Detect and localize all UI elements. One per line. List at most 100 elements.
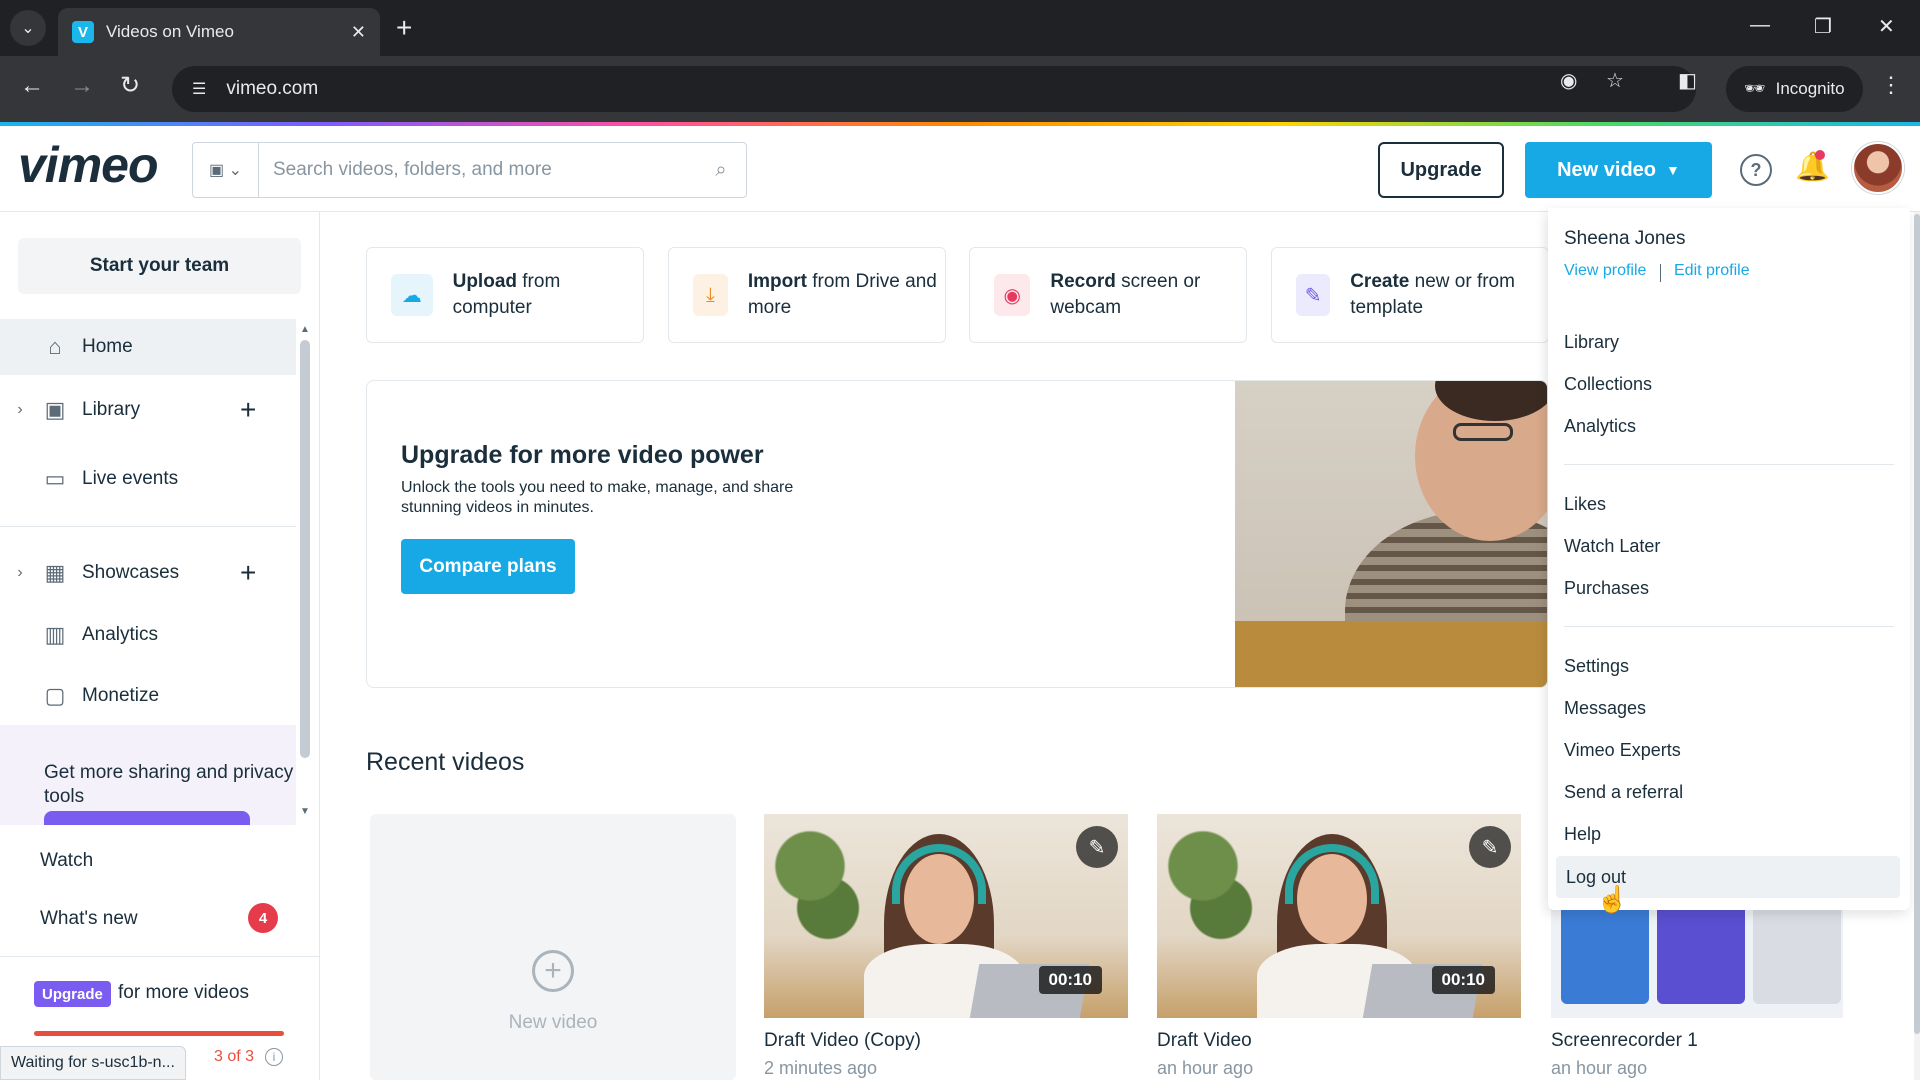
menu-item-purchases[interactable]: Purchases xyxy=(1564,578,1649,599)
scroll-up-icon[interactable]: ▲ xyxy=(300,324,310,335)
restore-icon[interactable]: ❐ xyxy=(1814,14,1832,39)
edit-profile-link[interactable]: Edit profile xyxy=(1674,262,1750,280)
new-video-tile-label: New video xyxy=(508,1012,598,1033)
upgrade-for-more-text: for more videos xyxy=(118,982,249,1003)
browser-tab[interactable]: V Videos on Vimeo ✕ xyxy=(58,8,380,56)
menu-item-analytics[interactable]: Analytics xyxy=(1564,416,1636,437)
eye-off-icon[interactable]: ◉ xyxy=(1560,68,1577,93)
promo-button-edge[interactable] xyxy=(44,811,250,825)
upgrade-pill-button[interactable]: Upgrade xyxy=(34,981,111,1007)
help-icon[interactable]: ? xyxy=(1740,154,1772,186)
menu-item-likes[interactable]: Likes xyxy=(1564,494,1606,515)
import-from-drive-card[interactable]: ⤓ Import from Drive and more xyxy=(668,247,946,343)
edit-video-icon[interactable]: ✎ xyxy=(1076,826,1118,868)
video-title[interactable]: Screenrecorder 1 xyxy=(1551,1030,1843,1052)
record-icon: ◉ xyxy=(994,274,1031,316)
upgrade-card-body: Unlock the tools you need to make, manag… xyxy=(401,479,794,516)
close-window-icon[interactable]: ✕ xyxy=(1878,14,1895,39)
qa-bold: Record xyxy=(1050,271,1116,292)
video-timestamp: an hour ago xyxy=(1157,1058,1254,1078)
side-panel-icon[interactable]: ◧ xyxy=(1678,68,1697,93)
sidebar-item-showcases[interactable]: › ▦ Showcases + xyxy=(0,545,296,601)
monitor-dollar-icon: ▢ xyxy=(44,683,66,708)
tab-search-chevron-icon[interactable]: ⌄ xyxy=(10,10,46,46)
sidebar-item-live-events[interactable]: ▭ Live events xyxy=(0,451,296,507)
reload-icon[interactable]: ↻ xyxy=(120,74,140,98)
chevron-right-icon[interactable]: › xyxy=(0,564,40,582)
chevron-down-icon: ▼ xyxy=(1666,162,1680,178)
compare-plans-button[interactable]: Compare plans xyxy=(401,539,575,594)
menu-item-messages[interactable]: Messages xyxy=(1564,698,1646,719)
upload-from-computer-card[interactable]: ☁ Upload from computer xyxy=(366,247,644,343)
search-input[interactable] xyxy=(259,143,696,197)
menu-item-send-referral[interactable]: Send a referral xyxy=(1564,782,1683,803)
incognito-icon: 🕶 xyxy=(1744,79,1766,98)
sharing-promo[interactable]: Get more sharing and privacy tools xyxy=(0,725,296,825)
sidebar-item-analytics[interactable]: ▥ Analytics xyxy=(0,607,296,663)
whats-new-count-badge: 4 xyxy=(248,903,278,933)
page-scrollbar[interactable] xyxy=(1914,214,1920,1034)
qa-bold: Import xyxy=(747,271,807,292)
info-icon[interactable]: i xyxy=(265,1048,283,1066)
menu-divider xyxy=(1564,626,1894,627)
video-thumbnail[interactable]: ✎ 00:10 xyxy=(1157,814,1521,1018)
sidebar-item-library[interactable]: › ▣ Library + xyxy=(0,382,296,438)
new-video-button[interactable]: New video ▼ xyxy=(1525,142,1712,198)
search-icon[interactable]: ⌕ xyxy=(696,159,746,182)
plus-circle-icon: + xyxy=(532,950,574,992)
new-tab-plus-icon[interactable]: + xyxy=(396,14,412,42)
qa-bold: Upload xyxy=(452,271,517,292)
create-from-template-card[interactable]: ✎ Create new or from template xyxy=(1271,247,1549,343)
chevron-right-icon[interactable]: › xyxy=(0,401,40,419)
add-library-plus-icon[interactable]: + xyxy=(240,394,256,426)
sidebar-item-home[interactable]: ⌂ Home xyxy=(0,319,296,375)
menu-item-watch-later[interactable]: Watch Later xyxy=(1564,536,1660,557)
video-card[interactable]: ✎ 00:10 Draft Video an hour ago xyxy=(1157,814,1521,1079)
video-title[interactable]: Draft Video xyxy=(1157,1030,1521,1052)
menu-item-settings[interactable]: Settings xyxy=(1564,656,1629,677)
avatar[interactable] xyxy=(1852,142,1904,194)
video-thumbnail[interactable]: ✎ 00:10 xyxy=(764,814,1128,1018)
minimize-icon[interactable]: — xyxy=(1750,14,1770,37)
sidebar-item-label: Analytics xyxy=(82,624,159,645)
add-showcase-plus-icon[interactable]: + xyxy=(240,557,256,589)
video-quota-bar xyxy=(34,1031,284,1036)
scroll-down-icon[interactable]: ▼ xyxy=(300,806,310,817)
tab-title: Videos on Vimeo xyxy=(106,22,234,41)
upgrade-card-title: Upgrade for more video power xyxy=(401,441,764,469)
search-type-dropdown[interactable]: ▣ ⌄ xyxy=(193,143,259,197)
sidebar-item-monetize[interactable]: ▢ Monetize xyxy=(0,668,296,724)
view-profile-link[interactable]: View profile xyxy=(1564,262,1646,280)
new-video-label: New video xyxy=(1557,158,1657,181)
video-duration: 00:10 xyxy=(1038,966,1102,994)
site-settings-icon[interactable]: ☰ xyxy=(192,79,206,99)
browser-status-bar: Waiting for s-usc1b-n... xyxy=(0,1046,186,1080)
user-name: Sheena Jones xyxy=(1564,228,1686,249)
upgrade-button[interactable]: Upgrade xyxy=(1378,142,1504,198)
vimeo-logo[interactable]: vimeo xyxy=(18,136,159,194)
forward-arrow-icon[interactable]: → xyxy=(70,74,94,98)
back-arrow-icon[interactable]: ← xyxy=(20,74,44,98)
edit-video-icon[interactable]: ✎ xyxy=(1469,826,1511,868)
browser-menu-icon[interactable]: ⋮ xyxy=(1880,72,1902,98)
sidebar-link-watch[interactable]: Watch xyxy=(40,850,93,872)
close-tab-icon[interactable]: ✕ xyxy=(351,22,366,43)
menu-item-collections[interactable]: Collections xyxy=(1564,374,1652,395)
video-card[interactable]: ✎ 00:10 Draft Video (Copy) 2 minutes ago xyxy=(764,814,1128,1079)
bookmark-star-icon[interactable]: ☆ xyxy=(1606,68,1624,93)
record-screen-card[interactable]: ◉ Record screen or webcam xyxy=(969,247,1247,343)
incognito-badge[interactable]: 🕶 Incognito xyxy=(1726,66,1863,112)
new-video-tile[interactable]: + New video xyxy=(370,814,736,1080)
menu-divider xyxy=(1564,464,1894,465)
sidebar-item-label: Library xyxy=(82,399,141,420)
menu-item-library[interactable]: Library xyxy=(1564,332,1619,353)
menu-item-help[interactable]: Help xyxy=(1564,824,1601,845)
sidebar-divider xyxy=(0,526,296,527)
sidebar-link-whats-new[interactable]: What's new xyxy=(40,908,138,930)
sidebar-scrollbar[interactable] xyxy=(300,340,310,758)
menu-item-vimeo-experts[interactable]: Vimeo Experts xyxy=(1564,740,1681,761)
video-title[interactable]: Draft Video (Copy) xyxy=(764,1030,1128,1052)
start-team-button[interactable]: Start your team xyxy=(18,238,301,294)
omnibox[interactable]: ☰ vimeo.com xyxy=(172,66,1696,112)
incognito-label: Incognito xyxy=(1775,79,1845,98)
